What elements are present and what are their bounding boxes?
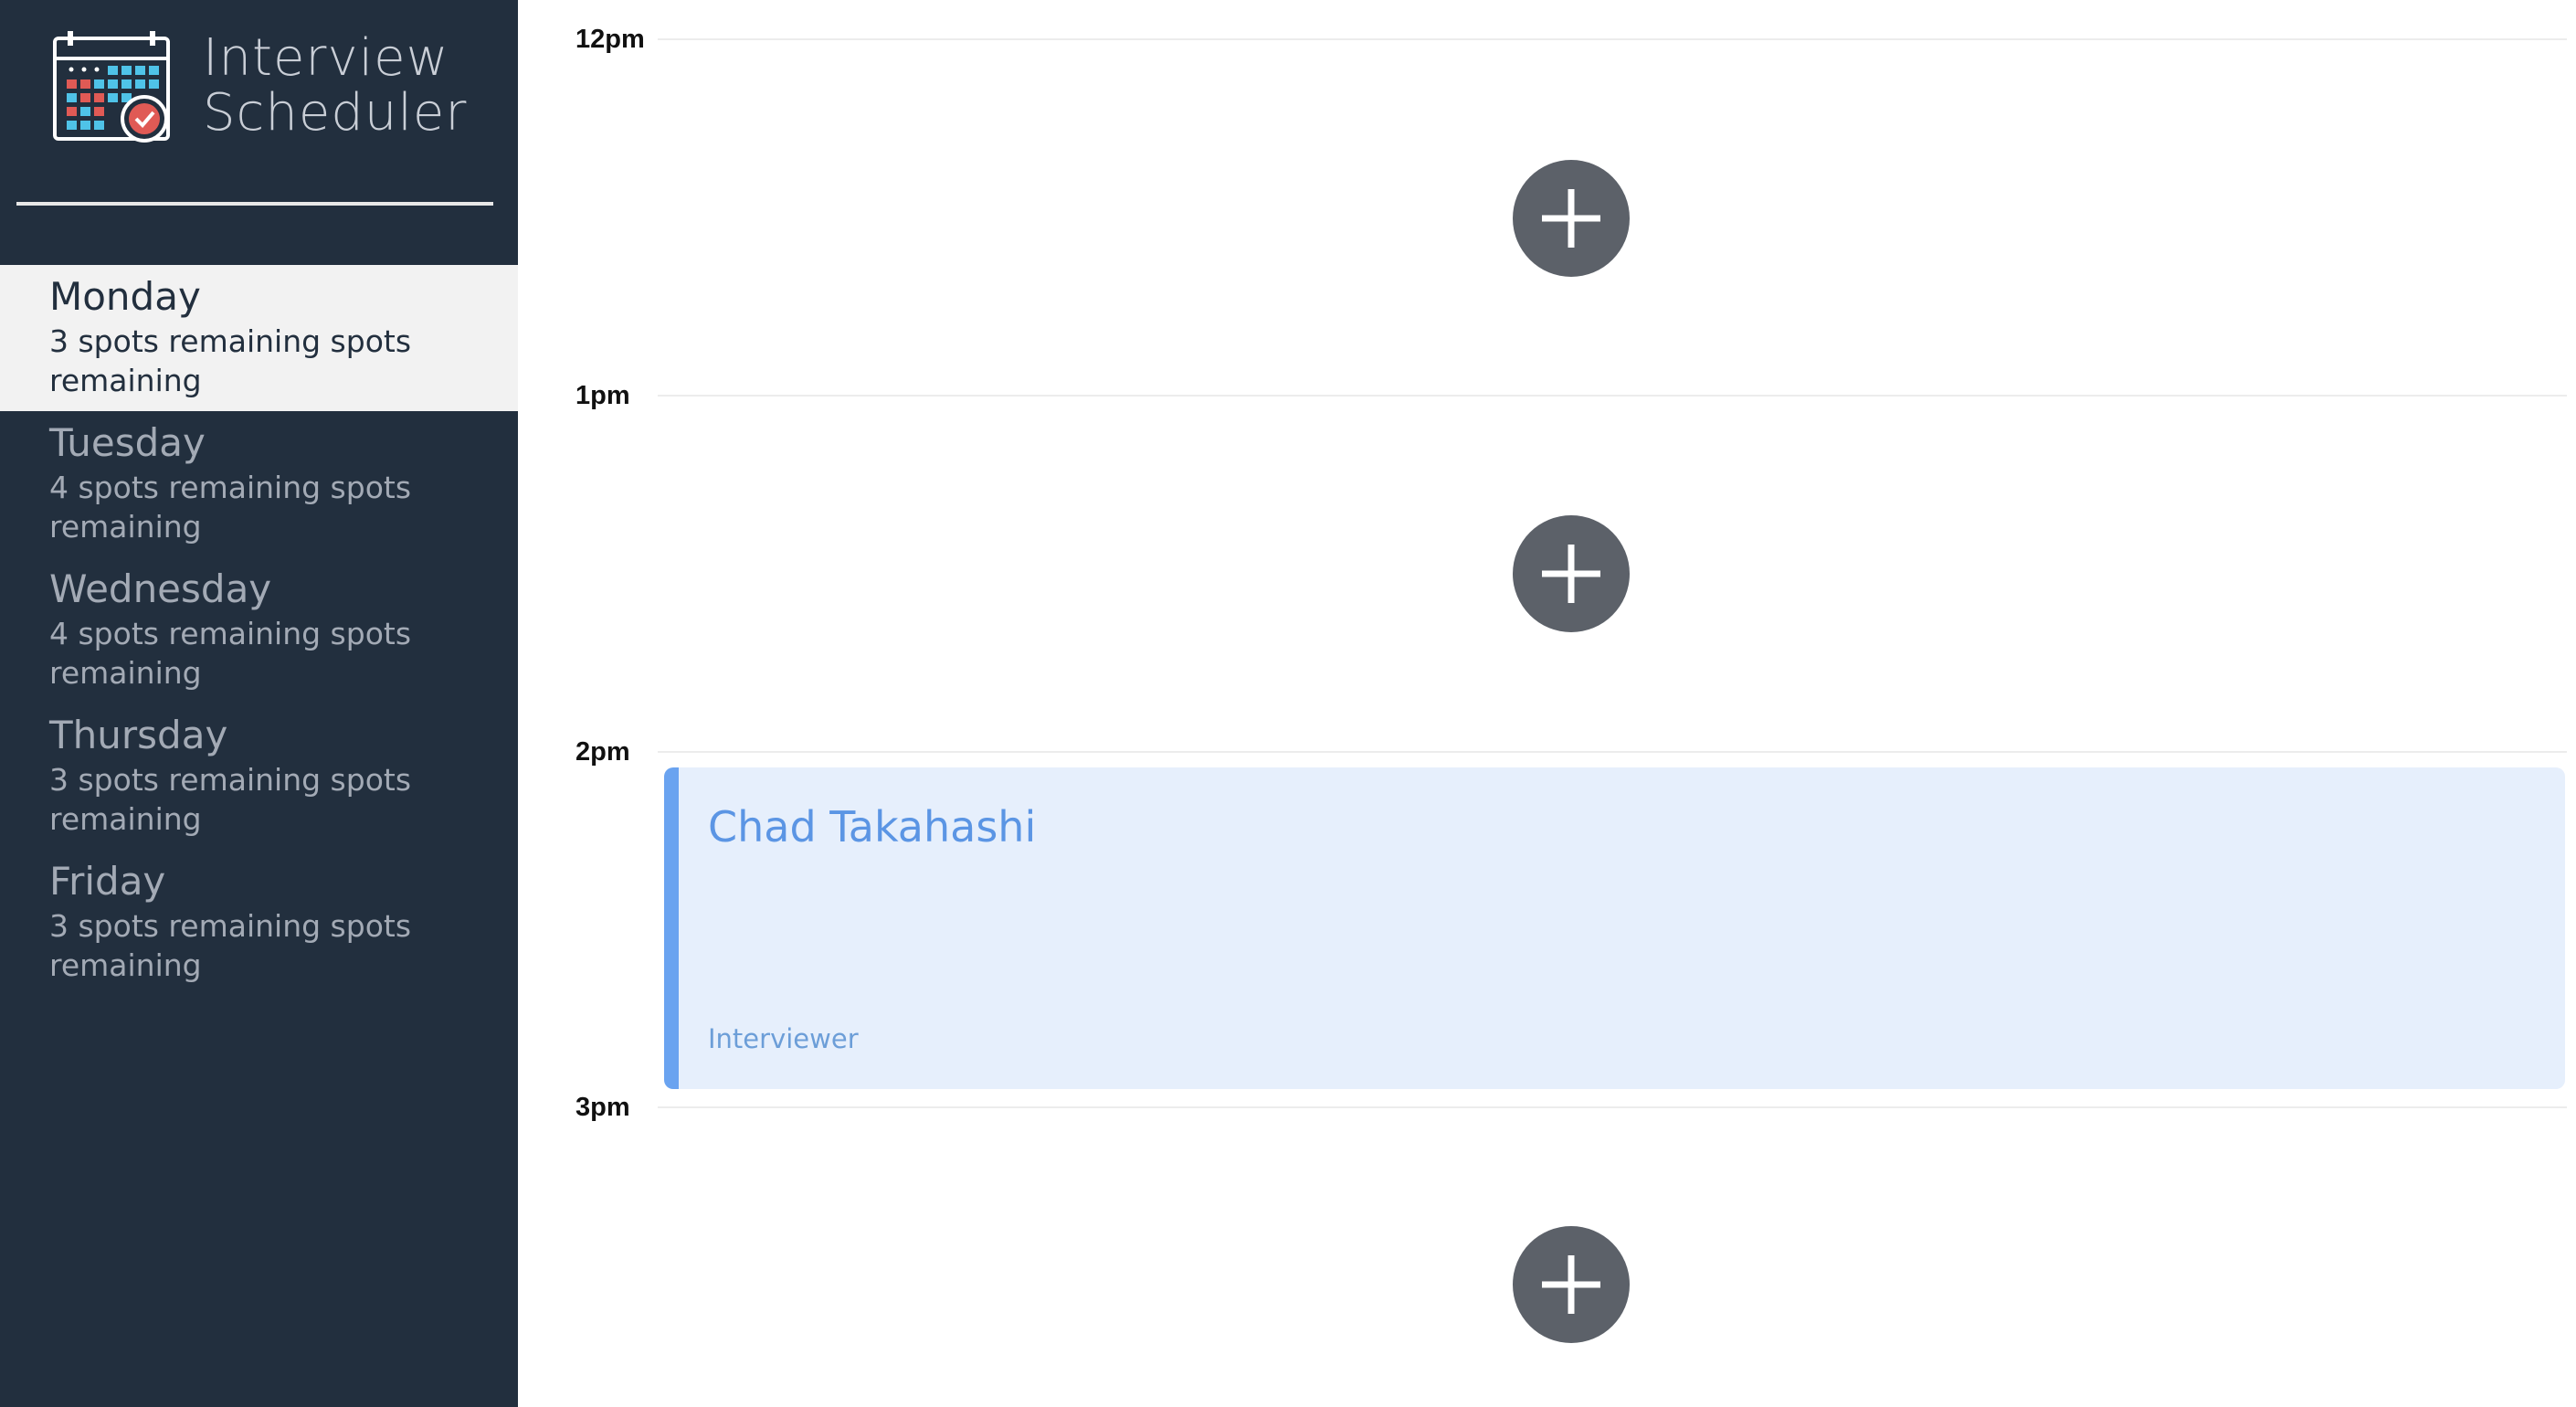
time-divider (658, 751, 2567, 753)
day-name: Tuesday (49, 420, 206, 465)
app-title-line2: Scheduler (203, 83, 468, 143)
schedule: 12pm 1pm 2pm Chad Takahashi Interviewer … (518, 0, 2576, 1407)
day-spots: 3 spots remaining spots remaining (49, 323, 412, 398)
day-name: Thursday (49, 713, 228, 757)
time-label-2pm: 2pm (575, 737, 630, 767)
time-divider (658, 395, 2567, 397)
add-appointment-button[interactable] (1513, 1226, 1630, 1343)
day-name: Monday (49, 274, 201, 319)
day-spots: 4 spots remaining spots remaining (49, 616, 412, 691)
sidebar-divider (16, 202, 493, 206)
day-spots: 3 spots remaining spots remaining (49, 762, 412, 837)
day-item-thursday[interactable]: Thursday 3 spots remaining spots remaini… (0, 704, 518, 850)
calendar-logo-icon (53, 31, 170, 143)
day-item-friday[interactable]: Friday 3 spots remaining spots remaining (0, 850, 518, 996)
day-spots: 4 spots remaining spots remaining (49, 470, 412, 545)
time-label-1pm: 1pm (575, 381, 630, 410)
day-item-tuesday[interactable]: Tuesday 4 spots remaining spots remainin… (0, 411, 518, 557)
student-name: Chad Takahashi (708, 802, 1037, 852)
time-divider (658, 1106, 2567, 1108)
day-spots: 3 spots remaining spots remaining (49, 908, 412, 983)
add-appointment-button[interactable] (1513, 160, 1630, 277)
day-item-monday[interactable]: Monday 3 spots remaining spots remaining (0, 265, 518, 411)
app-root: Interview Scheduler Monday 3 spots remai… (0, 0, 2576, 1407)
interviewer-label: Interviewer (708, 1023, 859, 1054)
day-name: Wednesday (49, 566, 272, 611)
day-item-wednesday[interactable]: Wednesday 4 spots remaining spots remain… (0, 557, 518, 704)
app-title: Interview Scheduler (203, 31, 467, 141)
time-divider (658, 38, 2567, 40)
day-name: Friday (49, 859, 166, 904)
time-label-12pm: 12pm (575, 25, 645, 54)
appointment-card[interactable]: Chad Takahashi Interviewer (664, 767, 2565, 1089)
app-title-line1: Interview (203, 28, 449, 88)
day-list: Monday 3 spots remaining spots remaining… (0, 265, 518, 996)
sidebar: Interview Scheduler Monday 3 spots remai… (0, 0, 518, 1407)
add-appointment-button[interactable] (1513, 515, 1630, 632)
time-label-3pm: 3pm (575, 1093, 630, 1122)
